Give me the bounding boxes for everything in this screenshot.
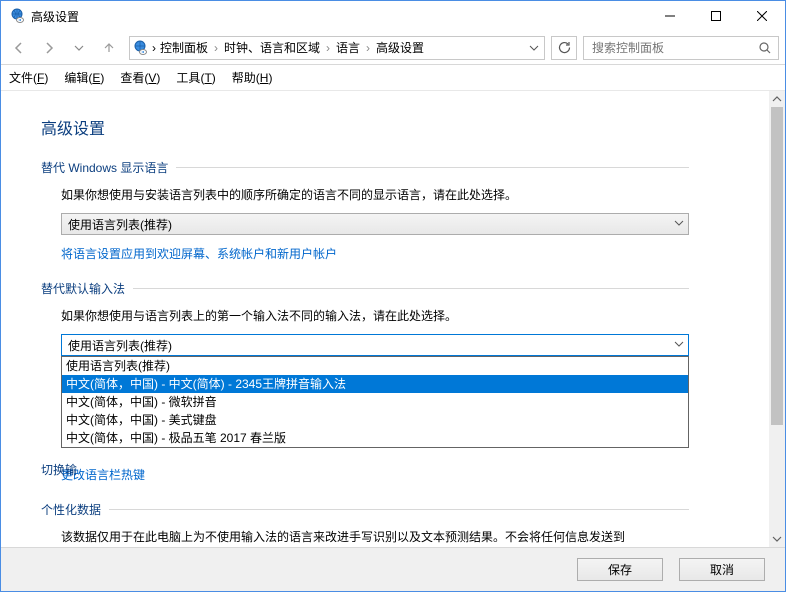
- input-method-dropdown: 使用语言列表(推荐) 中文(简体，中国) - 中文(简体) - 2345王牌拼音…: [61, 356, 689, 448]
- breadcrumb[interactable]: 控制面板: [160, 39, 208, 56]
- maximize-button[interactable]: [693, 1, 739, 31]
- display-language-combo[interactable]: 使用语言列表(推荐): [61, 213, 689, 235]
- chevron-right-icon: ›: [152, 41, 156, 55]
- save-button[interactable]: 保存: [577, 558, 663, 581]
- cancel-button[interactable]: 取消: [679, 558, 765, 581]
- section-header-personal-data: 个性化数据: [41, 501, 689, 518]
- up-button[interactable]: [95, 35, 123, 61]
- vertical-scrollbar[interactable]: [769, 91, 785, 547]
- scroll-up-button[interactable]: [769, 91, 785, 107]
- content-area: 高级设置 替代 Windows 显示语言 如果你想使用与安装语言列表中的顺序所确…: [1, 91, 769, 547]
- search-input[interactable]: [590, 40, 758, 56]
- refresh-button[interactable]: [551, 36, 577, 60]
- section-header-switch-input: 切换输: [41, 461, 85, 478]
- back-button[interactable]: [5, 35, 33, 61]
- chevron-right-icon: ›: [214, 41, 218, 55]
- chevron-right-icon: ›: [326, 41, 330, 55]
- address-bar[interactable]: › 控制面板 › 时钟、语言和区域 › 语言 › 高级设置: [129, 36, 545, 60]
- breadcrumb[interactable]: 语言: [336, 39, 360, 56]
- globe-region-icon: [9, 8, 25, 24]
- input-method-combo[interactable]: 使用语言列表(推荐): [61, 334, 689, 356]
- close-button[interactable]: [739, 1, 785, 31]
- minimize-button[interactable]: [647, 1, 693, 31]
- input-method-option[interactable]: 中文(简体，中国) - 中文(简体) - 2345王牌拼音输入法: [62, 375, 688, 393]
- input-method-description: 如果你想使用与语言列表上的第一个输入法不同的输入法，请在此处选择。: [61, 307, 689, 324]
- menu-view[interactable]: 查看(V): [120, 69, 160, 86]
- navbar: › 控制面板 › 时钟、语言和区域 › 语言 › 高级设置: [1, 31, 785, 65]
- scroll-down-button[interactable]: [769, 531, 785, 547]
- menu-tools[interactable]: 工具(T): [176, 69, 215, 86]
- apply-language-to-welcome-link[interactable]: 将语言设置应用到欢迎屏幕、系统帐户和新用户帐户: [61, 247, 337, 261]
- address-history-chevron[interactable]: [526, 40, 542, 56]
- titlebar: 高级设置: [1, 1, 785, 31]
- display-language-description: 如果你想使用与安装语言列表中的顺序所确定的语言不同的显示语言，请在此处选择。: [61, 186, 689, 203]
- footer: 保存 取消: [1, 547, 785, 591]
- chevron-right-icon: ›: [366, 41, 370, 55]
- input-method-option[interactable]: 中文(简体，中国) - 极品五笔 2017 春兰版: [62, 429, 688, 447]
- scroll-thumb[interactable]: [771, 107, 783, 425]
- globe-region-icon: [132, 40, 148, 56]
- menubar: 文件(F) 编辑(E) 查看(V) 工具(T) 帮助(H): [1, 65, 785, 91]
- recent-chevron[interactable]: [65, 35, 93, 61]
- breadcrumb[interactable]: 高级设置: [376, 39, 424, 56]
- page-title: 高级设置: [41, 115, 689, 139]
- search-icon[interactable]: [758, 41, 772, 55]
- chevron-down-icon: [674, 217, 684, 231]
- window-title: 高级设置: [31, 8, 647, 25]
- menu-help[interactable]: 帮助(H): [232, 69, 273, 86]
- breadcrumb[interactable]: 时钟、语言和区域: [224, 39, 320, 56]
- input-method-option[interactable]: 中文(简体，中国) - 微软拼音: [62, 393, 688, 411]
- input-method-option[interactable]: 使用语言列表(推荐): [62, 357, 688, 375]
- chevron-down-icon: [674, 338, 684, 352]
- search-box[interactable]: [583, 36, 779, 60]
- scroll-track[interactable]: [769, 107, 785, 531]
- menu-edit[interactable]: 编辑(E): [64, 69, 104, 86]
- forward-button[interactable]: [35, 35, 63, 61]
- personal-data-description: 该数据仅用于在此电脑上为不使用输入法的语言来改进手写识别以及文本预测结果。不会将…: [61, 528, 689, 545]
- menu-file[interactable]: 文件(F): [9, 69, 48, 86]
- section-header-input-method: 替代默认输入法: [41, 280, 689, 297]
- section-header-display-language: 替代 Windows 显示语言: [41, 159, 689, 176]
- input-method-option[interactable]: 中文(简体，中国) - 美式键盘: [62, 411, 688, 429]
